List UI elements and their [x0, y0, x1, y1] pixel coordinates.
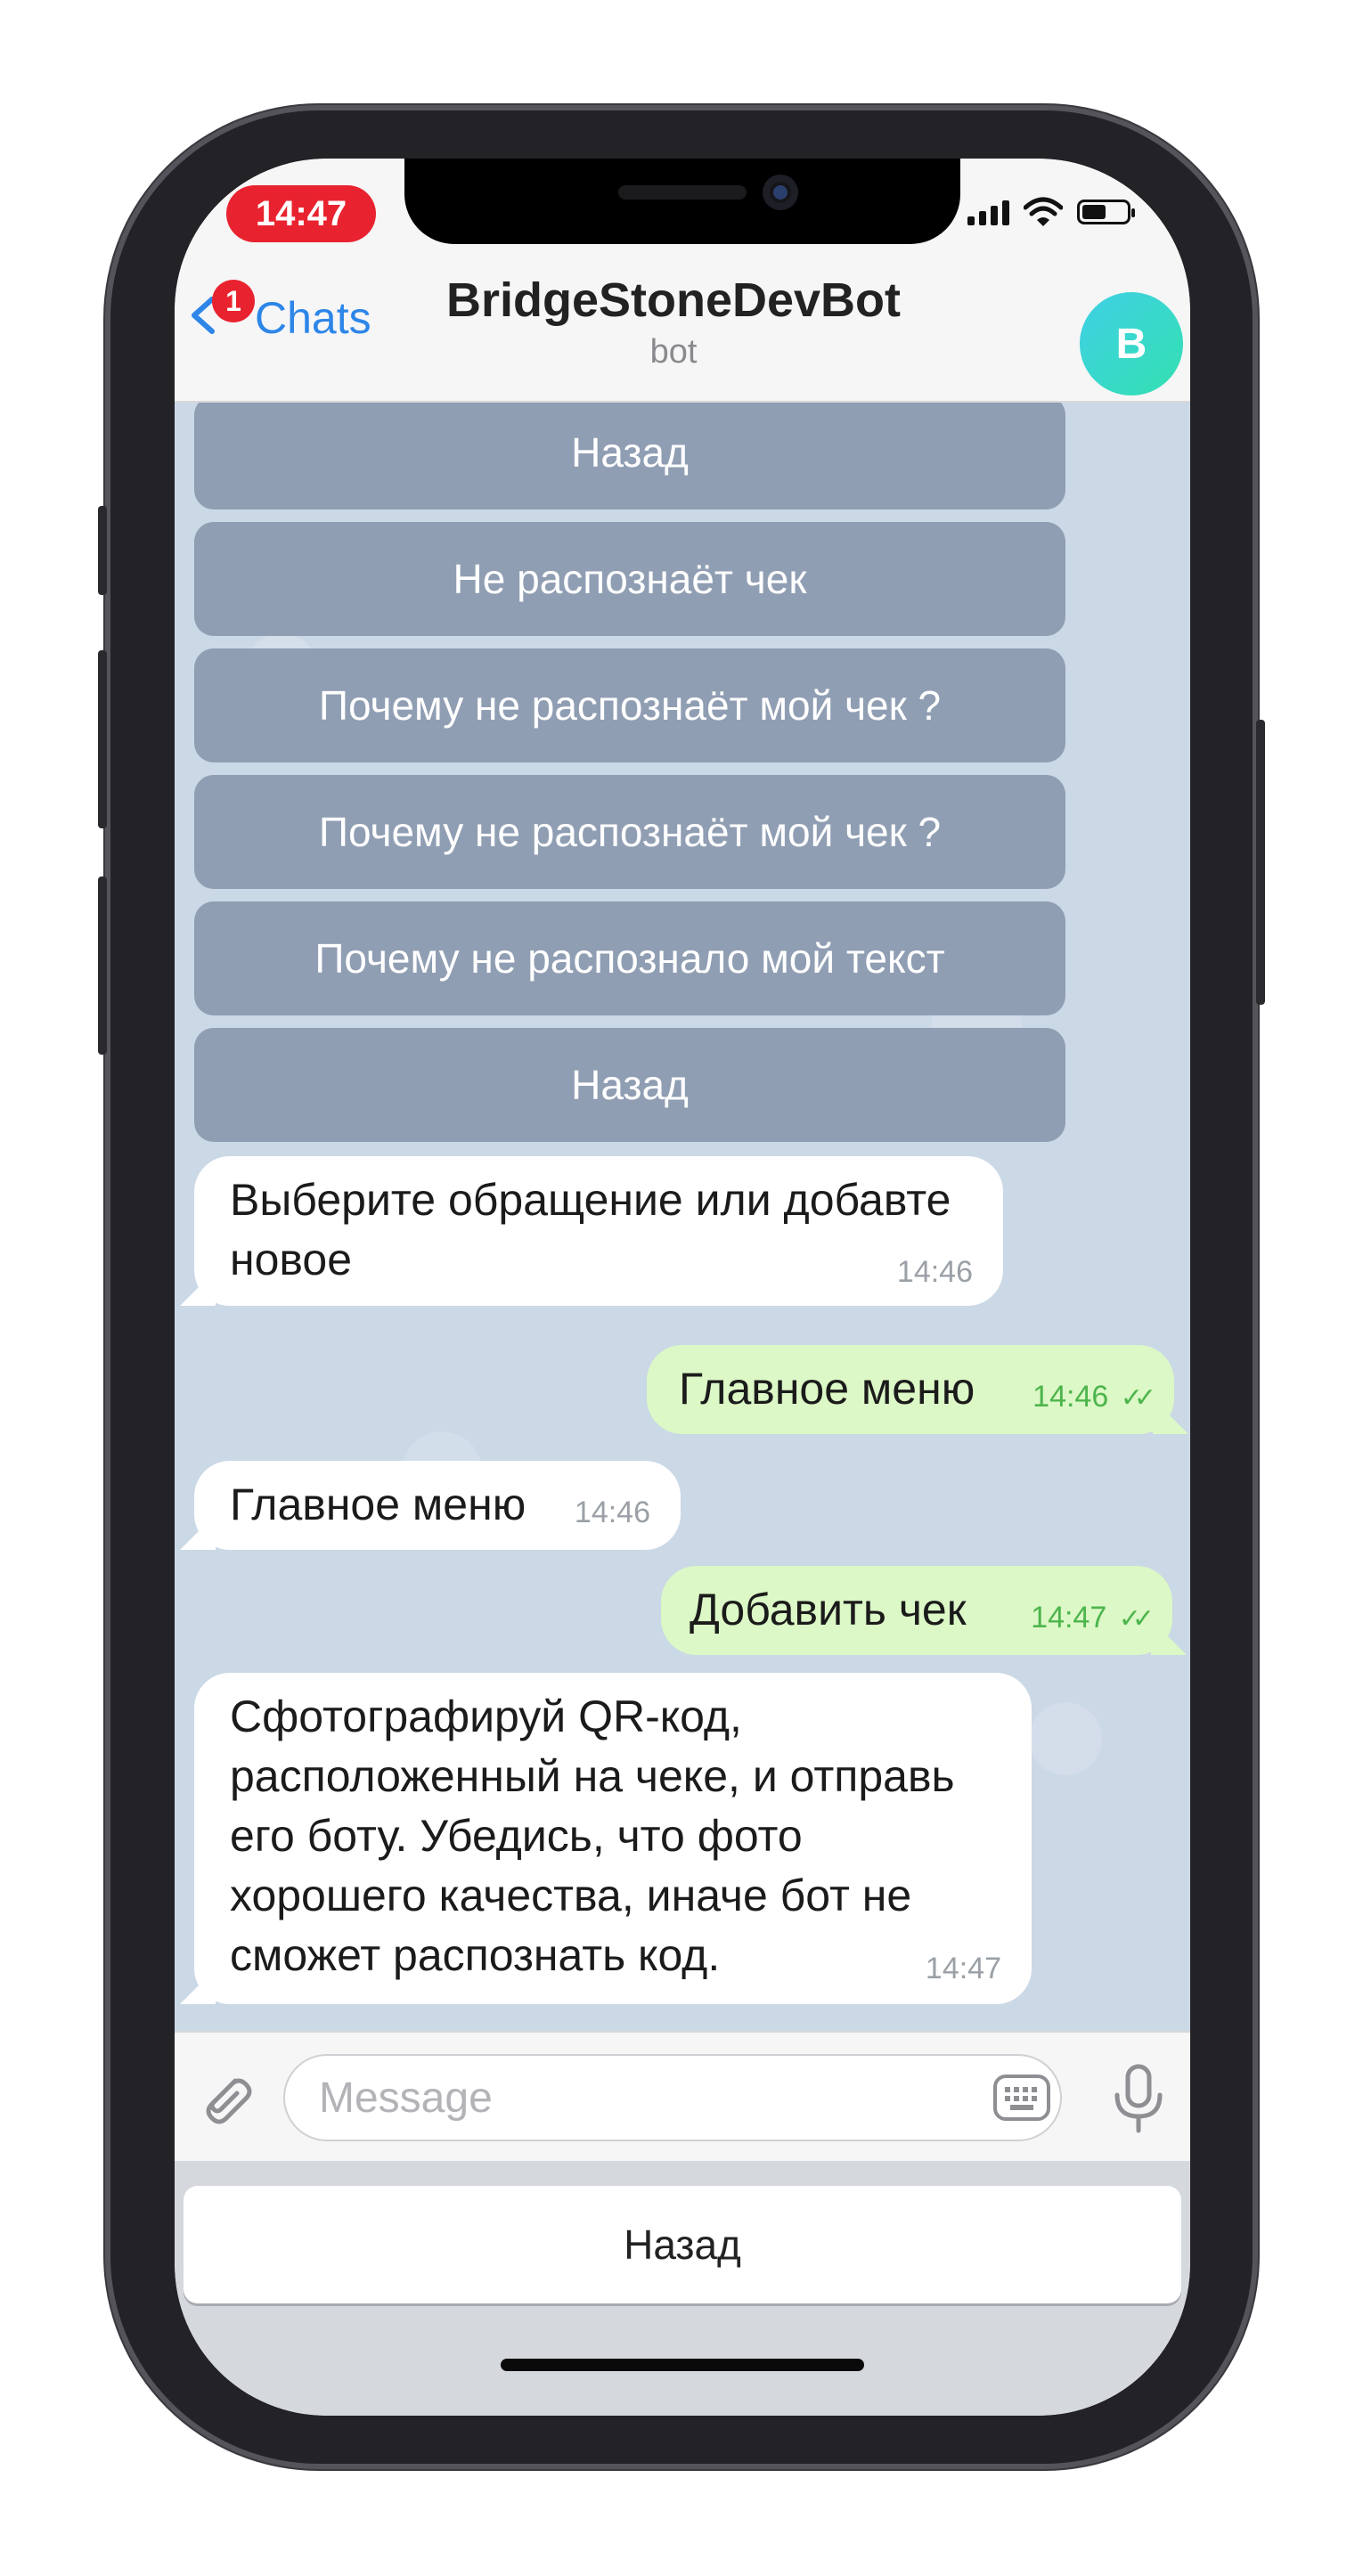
bubble-tail: [1153, 1398, 1188, 1434]
message-incoming[interactable]: Главное меню 14:46: [180, 1461, 681, 1550]
bubble-tail: [180, 1514, 216, 1550]
reply-keyboard: Назад: [175, 2161, 1190, 2416]
wifi-icon: [1024, 197, 1063, 226]
message-text: Главное меню: [230, 1480, 526, 1529]
message-text: Сфотографируй QR-код, расположенный на ч…: [230, 1692, 955, 1980]
status-time: 14:47: [226, 185, 376, 242]
message-input[interactable]: [283, 2054, 1062, 2141]
home-indicator[interactable]: [501, 2359, 864, 2371]
chat-title[interactable]: BridgeStoneDevBot: [397, 273, 950, 328]
notch: [404, 159, 960, 244]
bot-avatar[interactable]: B: [1080, 292, 1183, 395]
message-text: Выберите обращение или добавте новое: [230, 1175, 951, 1284]
message-list[interactable]: Назад Не распознаёт чек Почему не распоз…: [175, 403, 1190, 2031]
message-incoming[interactable]: Выберите обращение или добавте новое 14:…: [180, 1156, 1003, 1306]
inline-button-back[interactable]: Назад: [194, 1028, 1065, 1142]
double-check-icon: ✓✓: [1120, 1383, 1156, 1414]
chat-subtitle: bot: [649, 333, 698, 371]
inline-button-not-recognizing-receipt[interactable]: Не распознаёт чек: [194, 522, 1065, 636]
phone-screen: 14:47 1 Chats BridgeStoneDevBot bot B На…: [175, 159, 1190, 2416]
message-input-bar: [175, 2031, 1190, 2163]
message-status: 14:46 ✓✓: [1032, 1377, 1156, 1418]
inline-button-why-text-not-recognized[interactable]: Почему не распознало мой текст: [194, 901, 1065, 1015]
message-time: 14:46: [574, 1496, 650, 1530]
message-time: 14:47: [925, 1952, 1001, 1986]
unread-badge: 1: [212, 280, 255, 322]
front-camera: [763, 175, 798, 210]
keyboard-icon[interactable]: [992, 2074, 1051, 2122]
reply-button-back[interactable]: Назад: [184, 2186, 1181, 2303]
bubble-tail: [180, 1969, 216, 2004]
chat-header: 1 Chats BridgeStoneDevBot bot B: [175, 244, 1190, 403]
bubble-tail: [1151, 1619, 1187, 1655]
message-time: 14:47: [1031, 1601, 1107, 1635]
signal-icon: [967, 199, 1009, 225]
message-incoming[interactable]: Сфотографируй QR-код, расположенный на ч…: [180, 1673, 1032, 2004]
message-text: Главное меню: [679, 1364, 975, 1414]
message-time: 14:46: [896, 1255, 973, 1290]
message-outgoing[interactable]: Добавить чек 14:47 ✓✓: [661, 1566, 1187, 1655]
inline-button-back[interactable]: Назад: [194, 403, 1065, 509]
earpiece-speaker: [618, 185, 747, 200]
phone-silent-switch: [98, 506, 107, 595]
inline-button-why-not-recognizing[interactable]: Почему не распознаёт мой чек ?: [194, 648, 1065, 762]
message-time: 14:46: [1032, 1380, 1109, 1414]
phone-volume-down-button: [98, 876, 107, 1055]
back-label: Chats: [255, 293, 371, 343]
status-icons: [967, 194, 1135, 230]
phone-power-button: [1256, 720, 1265, 1005]
status-bar: 14:47: [175, 159, 1190, 244]
microphone-icon[interactable]: [1110, 2063, 1167, 2134]
message-outgoing[interactable]: Главное меню 14:46 ✓✓: [647, 1345, 1188, 1434]
battery-icon: [1077, 200, 1135, 224]
message-status: 14:47 ✓✓: [1031, 1598, 1155, 1639]
phone-volume-up-button: [98, 650, 107, 828]
double-check-icon: ✓✓: [1118, 1604, 1155, 1634]
paperclip-icon[interactable]: [194, 2068, 257, 2131]
message-text: Добавить чек: [690, 1585, 967, 1634]
inline-button-why-not-recognizing[interactable]: Почему не распознаёт мой чек ?: [194, 775, 1065, 889]
telegram-chat-screen: 14:47 1 Chats BridgeStoneDevBot bot B На…: [175, 159, 1190, 2416]
bubble-tail: [180, 1270, 216, 1306]
